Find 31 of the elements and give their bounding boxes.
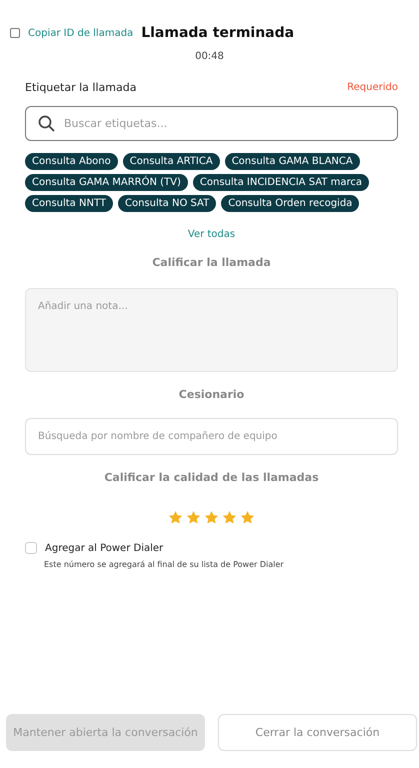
star-icon[interactable] xyxy=(204,510,219,525)
section-label: Cesionario xyxy=(178,388,244,401)
checkbox[interactable] xyxy=(10,28,20,38)
copy-id-link[interactable]: Copiar ID de llamada xyxy=(28,28,134,38)
tag-search-field[interactable]: Buscar etiquetas... xyxy=(25,106,398,141)
tag-chip[interactable]: Consulta ARTICA xyxy=(122,153,220,170)
checkbox[interactable] xyxy=(25,542,37,554)
star-icon[interactable] xyxy=(186,510,201,525)
call-title: Llamada terminada xyxy=(141,25,294,41)
required-label: Requerido xyxy=(347,82,398,93)
hint-text: Este número se agregará al final de su lista de Power Dialer xyxy=(44,560,285,569)
tag-chip[interactable]: Consulta Abono xyxy=(25,153,118,170)
note-field[interactable]: Añadir una nota... xyxy=(25,288,398,372)
tag-chip[interactable]: Consulta GAMA BLANCA xyxy=(224,153,360,170)
tag-chip[interactable]: Consulta GAMA MARRÓN (TV) xyxy=(25,174,188,191)
tag-chip[interactable]: Consulta NO SAT xyxy=(118,195,216,212)
assignee-search-field[interactable]: Búsqueda por nombre de compañero de equipo xyxy=(25,418,398,455)
checkbox-label: Agregar al Power Dialer xyxy=(45,542,164,554)
section-label: Calificar la calidad de las llamadas xyxy=(104,471,319,484)
star-icon[interactable] xyxy=(240,510,255,525)
section-label: Etiquetar la llamada xyxy=(25,81,136,94)
tag-chip[interactable]: Consulta INCIDENCIA SAT marca xyxy=(192,174,369,191)
star-rating[interactable] xyxy=(168,510,255,525)
close-conversation-button[interactable]: Cerrar la conversación xyxy=(218,714,417,751)
call-timer: 00:48 xyxy=(194,51,225,62)
see-all-link[interactable]: Ver todas xyxy=(188,229,236,240)
section-label: Calificar la llamada xyxy=(152,256,271,269)
tag-chip[interactable]: Consulta Orden recogida xyxy=(221,195,360,212)
star-icon[interactable] xyxy=(168,510,183,525)
star-icon[interactable] xyxy=(222,510,237,525)
tag-chip[interactable]: Consulta NNTT xyxy=(25,195,113,212)
